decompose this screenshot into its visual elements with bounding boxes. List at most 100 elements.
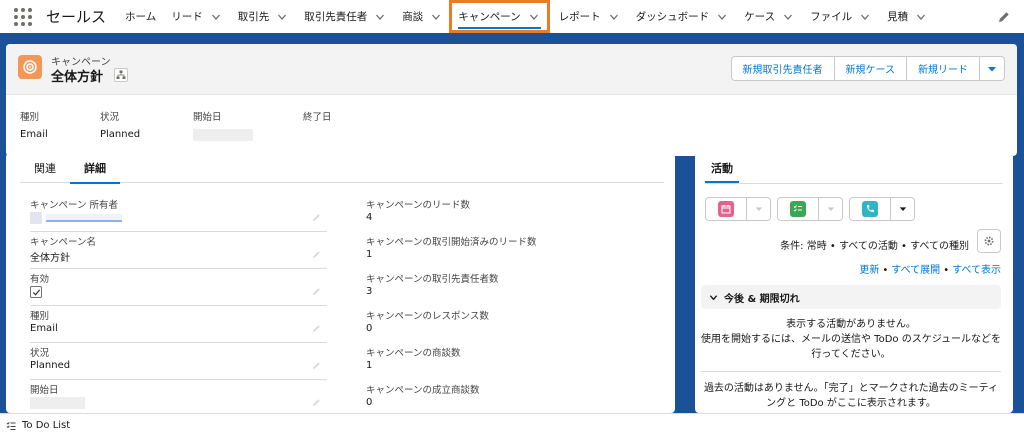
- field-label: 状況: [30, 348, 50, 359]
- view-all-link[interactable]: すべて表示: [952, 265, 1001, 276]
- nav-item-menu[interactable]: [715, 10, 729, 24]
- chevron-down-icon: [861, 14, 870, 20]
- nav-item-menu[interactable]: [527, 10, 541, 24]
- app-launcher-icon[interactable]: [14, 7, 32, 26]
- edit-pencil-icon[interactable]: [312, 250, 321, 259]
- record-actions: 新規取引先責任者 新規ケース 新規リード: [730, 56, 1005, 81]
- nav-item-label: 見積: [887, 11, 909, 23]
- field-label: キャンペーンのリード数: [366, 200, 471, 211]
- log-call-button[interactable]: [849, 197, 891, 221]
- log-call-menu[interactable]: [891, 197, 915, 221]
- nav-item-menu[interactable]: [209, 10, 223, 24]
- expand-all-link[interactable]: すべて展開: [891, 265, 940, 276]
- new-contact-button[interactable]: 新規取引先責任者: [730, 56, 835, 81]
- nav-item-menu[interactable]: [275, 10, 289, 24]
- edit-pencil-icon[interactable]: [312, 213, 321, 222]
- new-task-menu[interactable]: [819, 197, 843, 221]
- todo-list-utility[interactable]: To Do List: [6, 420, 70, 431]
- nav-item-menu[interactable]: [373, 10, 387, 24]
- highlight-label: 開始日: [193, 112, 222, 123]
- nav-item-cases[interactable]: ケース: [735, 0, 801, 33]
- nav-item-campaigns[interactable]: キャンペーン: [449, 0, 550, 33]
- chevron-down-icon: [718, 14, 727, 20]
- nav-item-reports[interactable]: レポート: [550, 0, 627, 33]
- global-nav: セールス ホーム リード 取引先 取引先責任者 商談 キャンペーン レポート ダッシュボード ケ…: [0, 0, 1024, 36]
- field-value: 4: [366, 212, 373, 223]
- edit-pencil-icon[interactable]: [312, 398, 321, 407]
- highlight-value: Email: [20, 129, 48, 140]
- empty-activity-message: 表示する活動がありません。 使用を開始するには、メールの送信や ToDo のスケ…: [701, 319, 1002, 360]
- detail-field: 有効: [30, 269, 327, 306]
- tab-activity[interactable]: 活動: [705, 153, 739, 183]
- field-value: Email: [30, 323, 58, 334]
- phone-icon: [862, 201, 878, 217]
- nav-item-label: ダッシュボード: [635, 11, 710, 23]
- nav-item-leads[interactable]: リード: [162, 0, 229, 33]
- nav-item-menu[interactable]: [914, 10, 928, 24]
- refresh-link[interactable]: 更新: [859, 265, 879, 276]
- new-task-button[interactable]: [777, 197, 819, 221]
- nav-item-accounts[interactable]: 取引先: [229, 0, 296, 33]
- nav-item-home[interactable]: ホーム: [116, 0, 162, 33]
- field-label: キャンペーンの取引先責任者数: [366, 274, 499, 285]
- past-activity-message: 過去の活動はありません。「完了」とマークされた過去のミーティ ングと ToDo …: [703, 383, 999, 409]
- nav-item-menu[interactable]: [607, 10, 621, 24]
- activity-buttons: [705, 197, 921, 221]
- detail-field: キャンペーンのリード数 4: [366, 195, 663, 232]
- nav-item-menu[interactable]: [858, 10, 872, 24]
- edit-pencil-icon[interactable]: [312, 361, 321, 370]
- nav-item-menu[interactable]: [781, 10, 795, 24]
- detail-left-column: キャンペーン 所有者 キャンペーン名 全体方針 有効 種別 Email 状況 Planned 開…: [30, 195, 327, 413]
- upcoming-overdue-section[interactable]: 今後 & 期限切れ: [701, 285, 1001, 309]
- nav-item-label: リード: [171, 11, 203, 23]
- field-label: キャンペーンの成立商談数: [366, 385, 480, 396]
- edit-pencil-icon[interactable]: [312, 287, 321, 296]
- nav-item-label: ファイル: [810, 11, 853, 23]
- hierarchy-icon[interactable]: [114, 68, 128, 82]
- field-value: [30, 286, 42, 300]
- nav-item-contacts[interactable]: 取引先責任者: [295, 0, 393, 33]
- record-title: 全体方針: [51, 70, 104, 85]
- activity-settings-button[interactable]: [977, 229, 1001, 253]
- detail-field: キャンペーン名 全体方針: [30, 232, 327, 269]
- chevron-down-icon: [917, 14, 926, 20]
- detail-field: キャンペーンのレスポンス数 0: [366, 306, 663, 343]
- edit-pencil-icon[interactable]: [312, 324, 321, 333]
- field-label: キャンペーン 所有者: [30, 200, 119, 211]
- activity-links: 更新 • すべて展開 • すべて表示: [859, 265, 1001, 276]
- field-label: 種別: [30, 311, 50, 322]
- highlight-label: 状況: [100, 112, 120, 123]
- field-value: 1: [366, 249, 373, 260]
- field-value: 3: [366, 286, 373, 297]
- highlight-field: 開始日: [193, 109, 253, 144]
- highlight-field: 状況 Planned: [100, 109, 140, 140]
- detail-field: キャンペーンの取引開始済みのリード数 1: [366, 232, 663, 269]
- edit-nav-icon[interactable]: [998, 11, 1010, 23]
- nav-item-quotes[interactable]: 見積: [878, 0, 934, 33]
- new-case-button[interactable]: 新規ケース: [833, 56, 907, 81]
- new-event-menu[interactable]: [747, 197, 771, 221]
- nav-item-dashboards[interactable]: ダッシュボード: [627, 0, 736, 33]
- tab-details[interactable]: 詳細: [70, 153, 120, 184]
- field-label: キャンペーンの商談数: [366, 348, 461, 359]
- chevron-down-icon: [278, 14, 287, 20]
- highlight-field: 終了日: [303, 109, 332, 129]
- chevron-down-icon: [376, 14, 385, 20]
- owner-link[interactable]: [46, 214, 122, 222]
- highlight-label: 種別: [20, 112, 40, 123]
- nav-item-files[interactable]: ファイル: [801, 0, 878, 33]
- new-event-button[interactable]: [705, 197, 747, 221]
- task-icon: [790, 201, 806, 217]
- nav-item-opportunities[interactable]: 商談: [393, 0, 449, 33]
- detail-field: キャンペーンの商談数 1: [366, 343, 663, 380]
- tab-related[interactable]: 関連: [20, 153, 70, 183]
- more-actions-button[interactable]: [979, 56, 1005, 81]
- chevron-down-icon: [755, 207, 762, 211]
- highlight-field: 種別 Email: [20, 109, 48, 140]
- redacted-value: [193, 129, 253, 141]
- nav-item-menu[interactable]: [429, 10, 443, 24]
- new-lead-button[interactable]: 新規リード: [906, 56, 980, 81]
- chevron-down-icon: [827, 207, 834, 211]
- nav-item-label: キャンペーン: [458, 11, 521, 23]
- todo-list-icon: [6, 421, 16, 430]
